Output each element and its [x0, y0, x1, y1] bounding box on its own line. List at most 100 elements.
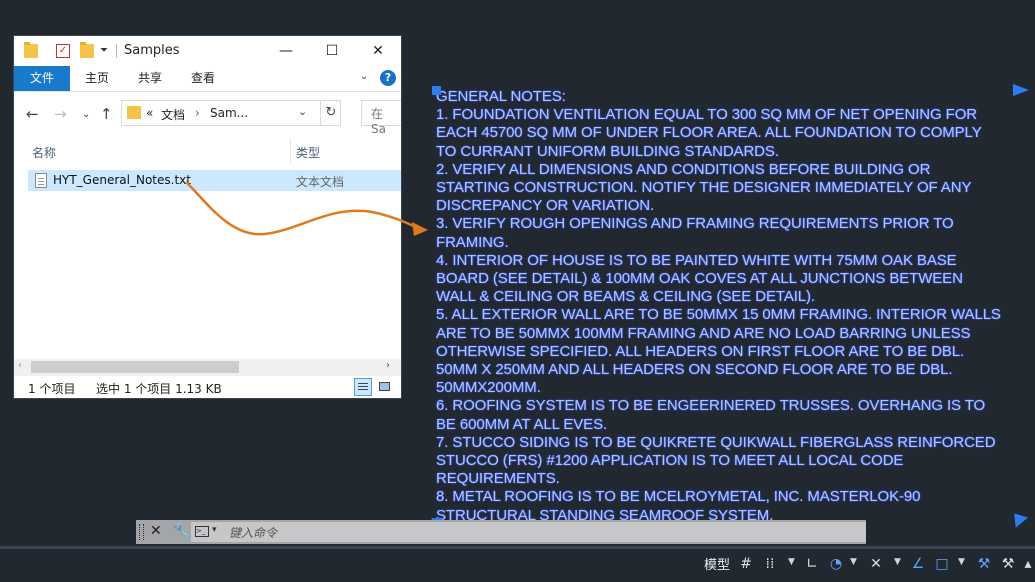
note-line: BOARD (SEE DETAIL) & 100MM OAK COVES AT … — [436, 270, 963, 288]
auto-scale-icon[interactable]: ⚒ — [998, 554, 1018, 574]
text-grip-square[interactable] — [432, 86, 441, 95]
horizontal-scrollbar[interactable]: ‹ › — [14, 359, 401, 376]
snap-dropdown-icon[interactable]: ▼ — [788, 557, 795, 567]
tab-view[interactable]: 查看 — [191, 66, 215, 91]
title-separator — [116, 44, 117, 58]
forward-icon[interactable]: → — [54, 105, 67, 123]
breadcrumb-documents[interactable]: 文档 — [161, 106, 185, 123]
note-line: 4. INTERIOR OF HOUSE IS TO BE PAINTED WH… — [436, 251, 957, 269]
title-bar: ✓ ⏷ Samples — ☐ ✕ — [14, 36, 401, 66]
note-line: OTHERWISE SPECIFIED. ALL HEADERS ON FIRS… — [436, 342, 965, 360]
ortho-icon[interactable]: ∟ — [802, 554, 822, 574]
polar-dropdown-icon[interactable]: ▼ — [850, 557, 857, 567]
divider — [0, 546, 1035, 549]
selection-info: 选中 1 个项目 1.13 KB — [96, 382, 222, 396]
note-line: BE 600MM AT ALL EVES. — [436, 415, 608, 433]
folder-icon — [127, 106, 141, 119]
note-line: TO CURRANT UNIFORM BUILDING STANDARDS. — [436, 142, 779, 160]
file-name: HYT_General_Notes.txt — [53, 173, 191, 187]
note-line: STUCCO (FRS) #1200 APPLICATION IS TO MEE… — [436, 452, 904, 470]
command-line: ✕ 🔧 >_ ▾ 键入命令 — [136, 520, 866, 544]
command-placeholder: 键入命令 — [229, 526, 278, 540]
navigation-bar: ← → ⌄ ↑ « 文档 › Sam... ⌄ ↻ 在 Sa — [14, 92, 401, 136]
ribbon: 文件 主页 共享 查看 ⌄ ? — [14, 66, 401, 92]
isodraft-dropdown-icon[interactable]: ▼ — [894, 557, 901, 567]
annotation-scale-icon[interactable]: ▴ — [1018, 554, 1035, 574]
customize-wrench-icon[interactable]: 🔧 — [172, 522, 191, 540]
prompt-icon[interactable]: >_ — [195, 526, 209, 537]
breadcrumb-samples[interactable]: Sam... — [210, 106, 248, 120]
note-line: REQUIREMENTS. — [436, 470, 560, 488]
note-line: WALL & CEILING OR BEAMS & CEILING (SEE D… — [436, 288, 816, 306]
tab-home[interactable]: 主页 — [85, 66, 109, 91]
grid-icon[interactable]: # — [736, 554, 756, 574]
model-space-button[interactable]: 模型 — [704, 554, 730, 573]
note-line: 3. VERIFY ROUGH OPENINGS AND FRAMING REQ… — [436, 215, 954, 233]
close-button[interactable]: ✕ — [355, 36, 401, 66]
folder-icon — [24, 42, 38, 58]
text-file-icon — [35, 173, 47, 188]
chevron-down-icon[interactable]: ⌄ — [298, 105, 307, 118]
help-icon[interactable]: ? — [380, 70, 396, 86]
note-line: 1. FOUNDATION VENTILATION EQUAL TO 300 S… — [436, 106, 978, 124]
chevron-down-icon[interactable]: ▾ — [212, 525, 217, 535]
note-line: 50MMX200MM. — [436, 379, 541, 397]
thumbnail-view-icon — [379, 382, 390, 391]
note-line: DISCREPANCY OR VARIATION. — [436, 197, 655, 215]
object-snap-tracking-icon[interactable]: ∠ — [908, 554, 928, 574]
new-folder-icon[interactable] — [80, 42, 94, 58]
tab-share[interactable]: 共享 — [138, 66, 162, 91]
scrollbar-thumb[interactable] — [31, 361, 239, 373]
tab-file[interactable]: 文件 — [14, 66, 70, 91]
snap-icon[interactable]: ⁞⁞ — [760, 554, 780, 574]
status-bar: 1 个项目 选中 1 个项目 1.13 KB — [14, 376, 401, 398]
maximize-button[interactable]: ☐ — [309, 36, 355, 66]
scroll-left-icon[interactable]: ‹ — [18, 360, 22, 371]
address-bar[interactable]: « 文档 › Sam... ⌄ ↻ — [121, 100, 341, 126]
annotation-visibility-icon[interactable]: ⚒ — [974, 554, 994, 574]
command-input[interactable]: >_ ▾ 键入命令 — [191, 522, 866, 542]
scroll-right-icon[interactable]: › — [386, 360, 390, 371]
note-line: FRAMING. — [436, 233, 509, 251]
osnap-dropdown-icon[interactable]: ▼ — [958, 557, 965, 567]
minimize-button[interactable]: — — [263, 36, 309, 66]
column-header-type[interactable]: 类型 — [296, 144, 320, 161]
search-input[interactable]: 在 Sa — [361, 100, 401, 136]
expand-ribbon-icon[interactable]: ⌄ — [360, 71, 368, 82]
file-row[interactable]: HYT_General_Notes.txt 文本文档 — [28, 170, 401, 191]
note-line: 6. ROOFING SYSTEM IS TO BE ENGEERINERED … — [436, 397, 986, 415]
details-view-button[interactable] — [354, 378, 372, 396]
note-line: 7. STUCCO SIDING IS TO BE QUIKRETE QUIKW… — [436, 433, 996, 451]
note-line: 2. VERIFY ALL DIMENSIONS AND CONDITIONS … — [436, 160, 931, 178]
refresh-icon[interactable]: ↻ — [320, 101, 341, 125]
details-view-icon — [358, 383, 368, 384]
breadcrumb-separator: › — [195, 106, 200, 120]
drag-handle[interactable] — [139, 524, 144, 540]
column-header-name[interactable]: 名称 — [32, 144, 56, 161]
customize-toolbar-icon[interactable]: ⏷ — [100, 44, 114, 58]
close-icon[interactable]: ✕ — [150, 523, 162, 539]
isodraft-icon[interactable]: ✕ — [866, 554, 886, 574]
file-explorer-window: ✓ ⏷ Samples — ☐ ✕ 文件 主页 共享 查看 ⌄ ? ← → ⌄ … — [14, 36, 401, 398]
note-line: GENERAL NOTES: — [436, 88, 566, 105]
up-icon[interactable]: ↑ — [100, 105, 113, 123]
note-line: EACH 45700 SQ MM OF UNDER FLOOR AREA. AL… — [436, 124, 982, 142]
recent-locations-icon[interactable]: ⌄ — [82, 109, 90, 120]
object-snap-icon[interactable]: □ — [932, 554, 952, 574]
note-line: STARTING CONSTRUCTION. NOTIFY THE DESIGN… — [436, 179, 972, 197]
general-notes-text[interactable]: GENERAL NOTES: 1. FOUNDATION VENTILATION … — [436, 88, 1026, 525]
note-line: 5. ALL EXTERIOR WALL ARE TO BE 50MMX 15 … — [436, 306, 1001, 324]
properties-icon[interactable]: ✓ — [56, 44, 70, 58]
breadcrumb-overflow[interactable]: « — [146, 106, 153, 120]
column-divider[interactable] — [290, 138, 291, 164]
width-grip-arrow[interactable] — [1013, 84, 1029, 96]
polar-tracking-icon[interactable]: ◔ — [826, 554, 846, 574]
item-count: 1 个项目 — [28, 382, 76, 396]
back-icon[interactable]: ← — [26, 105, 39, 123]
note-line: ARE TO BE 50MMX 100MM FRAMING AND ARE NO… — [436, 324, 971, 342]
cad-status-bar: 模型 # ⁞⁞ ▼ ∟ ◔ ▼ ✕ ▼ ∠ □ ▼ ⚒ ⚒ ▴ — [700, 550, 1035, 578]
note-line: 8. METAL ROOFING IS TO BE MCELROYMETAL, … — [436, 488, 921, 506]
large-icons-view-button[interactable] — [376, 378, 394, 396]
window-title: Samples — [124, 43, 180, 58]
drag-arrowhead — [412, 222, 428, 236]
